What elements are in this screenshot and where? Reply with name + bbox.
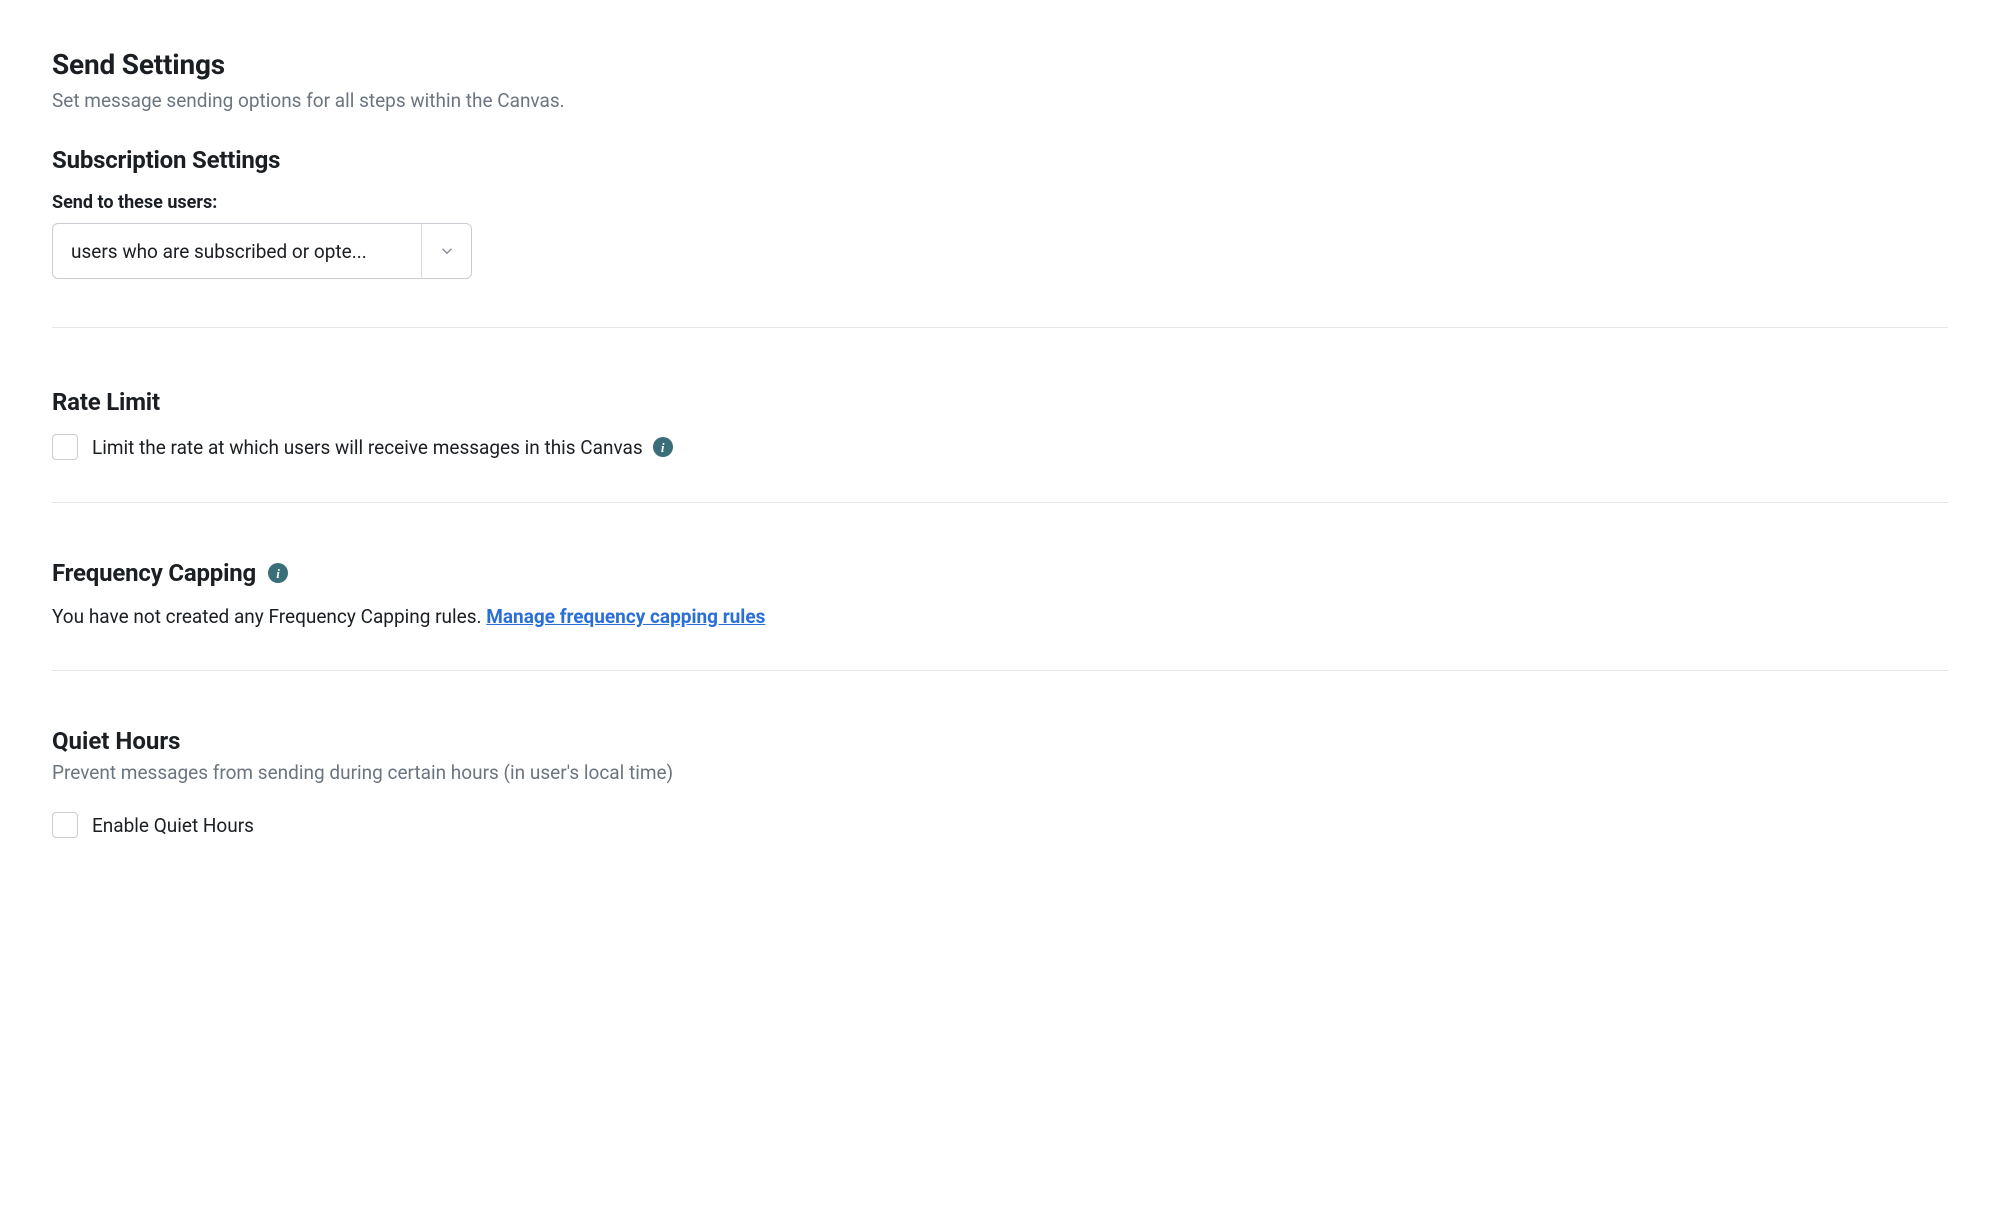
send-to-label: Send to these users: (52, 192, 1948, 213)
quiet-hours-checkbox[interactable] (52, 812, 78, 838)
page-description: Set message sending options for all step… (52, 89, 1948, 112)
info-icon[interactable]: i (268, 563, 288, 583)
frequency-capping-heading: Frequency Capping (52, 559, 256, 587)
frequency-capping-text: You have not created any Frequency Cappi… (52, 605, 486, 628)
subscription-heading: Subscription Settings (52, 146, 1948, 174)
quiet-hours-checkbox-label: Enable Quiet Hours (92, 814, 254, 837)
quiet-hours-heading: Quiet Hours (52, 727, 1948, 755)
chevron-down-icon (421, 224, 471, 278)
divider (52, 327, 1948, 328)
info-icon[interactable]: i (653, 437, 673, 457)
frequency-capping-body: You have not created any Frequency Cappi… (52, 605, 1948, 628)
page-title: Send Settings (52, 48, 1948, 81)
rate-limit-checkbox-label: Limit the rate at which users will recei… (92, 436, 643, 459)
send-to-selected-value: users who are subscribed or opte... (53, 224, 421, 278)
send-to-select[interactable]: users who are subscribed or opte... (52, 223, 472, 279)
divider (52, 502, 1948, 503)
rate-limit-checkbox[interactable] (52, 434, 78, 460)
quiet-hours-description: Prevent messages from sending during cer… (52, 761, 1948, 784)
rate-limit-heading: Rate Limit (52, 388, 1948, 416)
manage-frequency-capping-link[interactable]: Manage frequency capping rules (486, 605, 765, 628)
divider (52, 670, 1948, 671)
